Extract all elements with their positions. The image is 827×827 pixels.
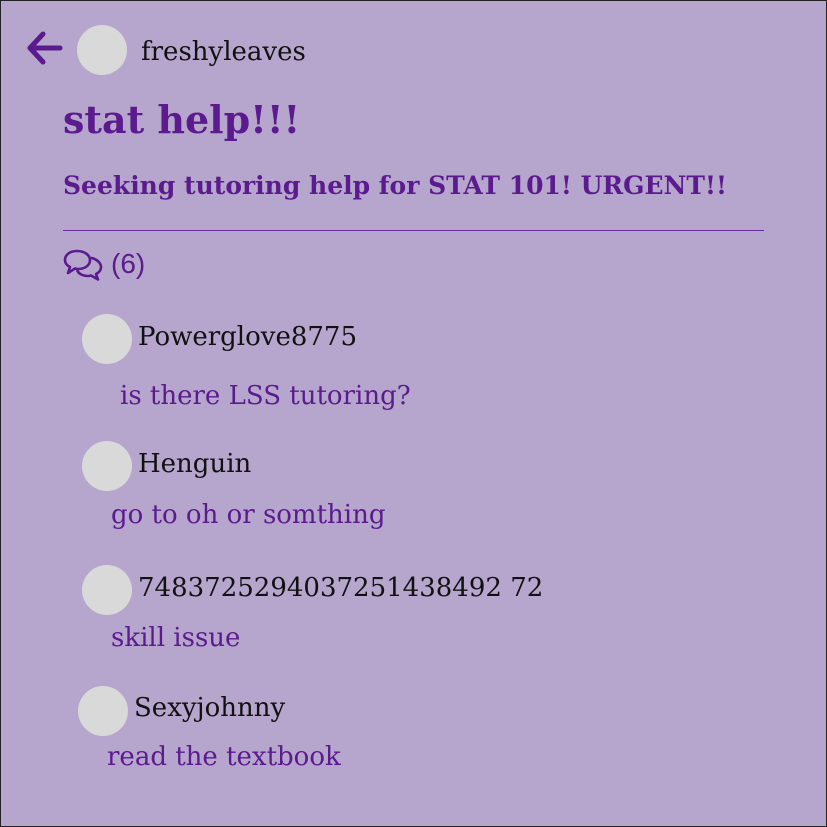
commenter-username[interactable]: 7483725294037251438492 72 <box>138 575 543 601</box>
commenter-avatar[interactable] <box>78 686 128 736</box>
comment-text: go to oh or somthing <box>111 500 386 530</box>
commenter-avatar[interactable] <box>82 565 132 615</box>
post-screen: freshyleaves stat help!!! Seeking tutori… <box>0 0 827 827</box>
author-username[interactable]: freshyleaves <box>141 39 306 65</box>
arrow-left-icon <box>27 31 63 65</box>
post-body: Seeking tutoring help for STAT 101! URGE… <box>63 171 727 200</box>
back-button[interactable] <box>27 31 63 65</box>
commenter-username[interactable]: Powerglove8775 <box>138 324 357 350</box>
speech-bubbles-icon <box>63 249 103 281</box>
comment-count[interactable]: (6) <box>111 250 145 278</box>
commenter-avatar[interactable] <box>82 441 132 491</box>
commenter-username[interactable]: Henguin <box>138 451 251 477</box>
post-title: stat help!!! <box>63 97 301 142</box>
commenter-avatar[interactable] <box>82 314 132 364</box>
commenter-username[interactable]: Sexyjohnny <box>134 695 285 721</box>
comment-text: read the textbook <box>107 742 341 772</box>
comment-text: skill issue <box>111 623 241 653</box>
divider <box>63 230 764 231</box>
comment-text: is there LSS tutoring? <box>120 381 411 411</box>
author-avatar[interactable] <box>77 25 127 75</box>
